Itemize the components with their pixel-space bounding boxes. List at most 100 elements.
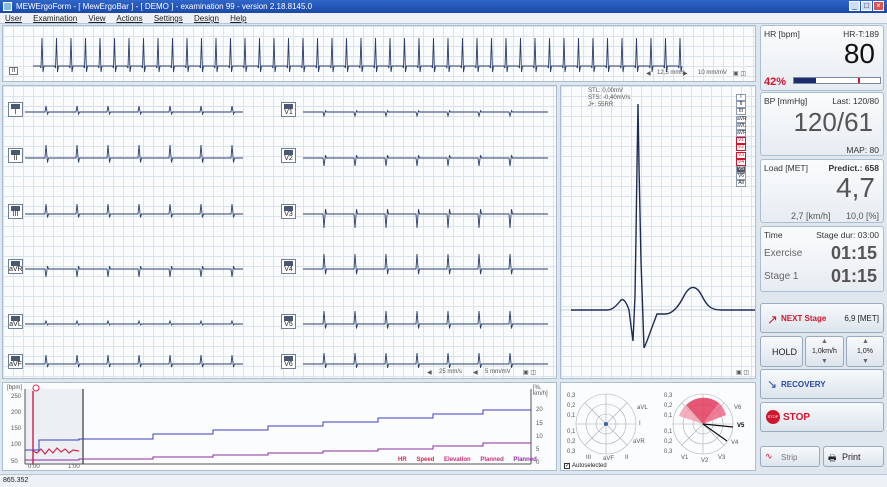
- minimize-button[interactable]: _: [849, 1, 860, 11]
- app-icon: [3, 2, 12, 11]
- ecg-trace-v1: [303, 109, 548, 118]
- lead-button-avf[interactable]: aVF: [8, 354, 23, 369]
- window-title: MEWErgoForm - [ MewErgoBar ] - [ DEMO ] …: [16, 2, 313, 11]
- menu-examination[interactable]: Examination: [33, 14, 77, 23]
- polar-right-lead-v4: V4: [731, 440, 739, 446]
- recovery-icon: ↘: [767, 377, 778, 391]
- trend-legend: HR Speed Elevation Planned Planned: [398, 457, 537, 463]
- avg-lead-avf[interactable]: aVF: [736, 130, 746, 137]
- speed-up-arrow-icon: ▲: [821, 338, 828, 345]
- lead-button-avr[interactable]: aVR: [8, 259, 23, 274]
- time-tile: Time Stage dur: 03:00 Exercise 01:15 Sta…: [760, 226, 884, 292]
- polar-left-lead-avf: aVF: [603, 456, 615, 462]
- st-polar-panel: 0,3 0,2 0,1 0,1 0,2 0,3 I aVL aVR aVF II…: [560, 382, 756, 471]
- lead-button-v3[interactable]: V3: [281, 204, 296, 219]
- avg-lead-ii[interactable]: II: [736, 101, 746, 109]
- bp-tile[interactable]: BP [mmHg] Last: 120/80 120/61 MAP: 80: [760, 92, 884, 156]
- legend-elevation: Elevation: [444, 457, 471, 463]
- avg-lead-i[interactable]: I: [736, 94, 746, 101]
- avg-lead-all[interactable]: All: [736, 180, 746, 188]
- speed-up-icon[interactable]: ▶: [683, 70, 688, 77]
- status-text: 865.352: [3, 477, 29, 484]
- avg-lead-avr[interactable]: aVR: [736, 115, 747, 123]
- strip-icon: ∿: [765, 451, 773, 461]
- close-button[interactable]: ×: [873, 1, 884, 11]
- exercise-label: Exercise: [764, 248, 803, 259]
- leads-speed-down-icon[interactable]: ◀: [427, 369, 432, 376]
- ecg-trace-v2: [303, 155, 548, 167]
- hr-progress-fill: [794, 78, 816, 83]
- avg-lead-v5[interactable]: V5: [736, 166, 746, 173]
- avg-lead-iii[interactable]: III: [736, 108, 746, 116]
- menu-design[interactable]: Design: [194, 14, 219, 23]
- menu-settings[interactable]: Settings: [154, 14, 183, 23]
- bp-value: 120/61: [793, 107, 873, 137]
- polar-left-tick-5: 0,3: [567, 449, 576, 455]
- next-stage-button[interactable]: ↗ NEXT Stage 6,9 [MET]: [760, 303, 884, 333]
- stop-icon: STOP: [766, 410, 780, 424]
- recovery-button[interactable]: ↘ RECOVERY: [760, 369, 884, 399]
- lead-button-v4[interactable]: V4: [281, 259, 296, 274]
- speed-step-value: 1,0km/h: [812, 348, 837, 355]
- menu-user[interactable]: User: [5, 14, 22, 23]
- rhythm-lead-label[interactable]: II: [9, 67, 19, 75]
- lead-button-v5[interactable]: V5: [281, 314, 296, 329]
- strip-button[interactable]: ∿ Strip: [760, 446, 820, 467]
- bp-last: Last: 120/80: [832, 96, 879, 106]
- load-value: 4,7: [836, 172, 875, 203]
- lead-button-v2[interactable]: V2: [281, 148, 296, 163]
- speed-step-button[interactable]: ▲ 1,0km/h ▼: [805, 336, 844, 367]
- avg-lead-v6[interactable]: V6: [736, 173, 746, 181]
- menu-help[interactable]: Help: [230, 14, 246, 23]
- ecg-trace-v5: [303, 310, 548, 329]
- elevation-step-button[interactable]: ▲ 1,0% ▼: [846, 336, 884, 367]
- lead-button-iii[interactable]: III: [8, 204, 23, 219]
- polar-right-lead-v6: V6: [734, 405, 742, 411]
- menu-bar: User Examination View Actions Settings D…: [0, 13, 887, 24]
- avg-lead-v2[interactable]: V2: [736, 144, 746, 152]
- lead-button-v6[interactable]: V6: [281, 354, 296, 369]
- lead-button-avl[interactable]: aVL: [8, 314, 23, 329]
- polar-right-lead-v1: V1: [681, 455, 689, 461]
- hold-button[interactable]: HOLD: [760, 336, 803, 367]
- next-stage-label: NEXT Stage: [781, 314, 827, 323]
- printer-icon: 🖶: [828, 453, 837, 463]
- ecg-trace-avf: [25, 354, 243, 368]
- load-tile: Load [MET] Predict.: 658 4,7 2,7 [km/h] …: [760, 159, 884, 223]
- avg-lead-v4[interactable]: V4: [736, 158, 746, 166]
- trend-rtick-0: 20: [536, 407, 543, 413]
- leads-gain-down-icon[interactable]: ◀: [473, 369, 478, 376]
- avg-lead-v1[interactable]: V1: [736, 137, 746, 145]
- speed-down-icon[interactable]: ◀: [646, 70, 651, 77]
- avg-lead-avl[interactable]: aVL: [736, 122, 746, 130]
- ecg-trace-ii: [25, 144, 243, 163]
- leads-settings-icon[interactable]: ▣ ◫: [523, 369, 536, 376]
- lead-button-ii[interactable]: II: [8, 148, 23, 163]
- twelve-lead-traces: [25, 105, 548, 368]
- autoselected-checkbox[interactable]: ✓: [564, 463, 570, 469]
- autoselected-label: Autoselected: [572, 463, 607, 469]
- load-speed: 2,7 [km/h]: [791, 211, 831, 221]
- avg-settings-icon[interactable]: ▣ ◫: [736, 369, 749, 376]
- stop-button[interactable]: STOP STOP: [760, 402, 884, 432]
- leads-gain: 5 mm/mV: [485, 369, 511, 375]
- menu-actions[interactable]: Actions: [116, 14, 142, 23]
- polar-left-lead-ii: II: [625, 455, 629, 461]
- legend-planned-2: Planned: [513, 457, 537, 463]
- polar-plots: [575, 393, 734, 455]
- polar-right-tick-5: 0,3: [664, 449, 673, 455]
- rhythm-strip[interactable]: II ◀ 12,5 mm/s ▶ 10 mm/mV ▣ ◫: [2, 25, 756, 82]
- trend-ytick-0: 250: [11, 394, 22, 400]
- menu-view[interactable]: View: [88, 14, 105, 23]
- elevation-down-arrow-icon: ▼: [862, 358, 869, 365]
- speed-down-arrow-icon: ▼: [821, 358, 828, 365]
- print-button[interactable]: 🖶 Print: [823, 446, 884, 467]
- lead-button-i[interactable]: I: [8, 102, 23, 117]
- avg-lead-v3[interactable]: V3: [736, 151, 746, 159]
- rhythm-settings-icon[interactable]: ▣ ◫: [733, 70, 746, 77]
- maximize-button[interactable]: □: [861, 1, 872, 11]
- lead-button-v1[interactable]: V1: [281, 102, 296, 117]
- time-label: Time: [764, 230, 783, 240]
- trend-xtick-1: 1:00: [68, 464, 80, 470]
- trend-rtick-2: 10: [536, 434, 543, 440]
